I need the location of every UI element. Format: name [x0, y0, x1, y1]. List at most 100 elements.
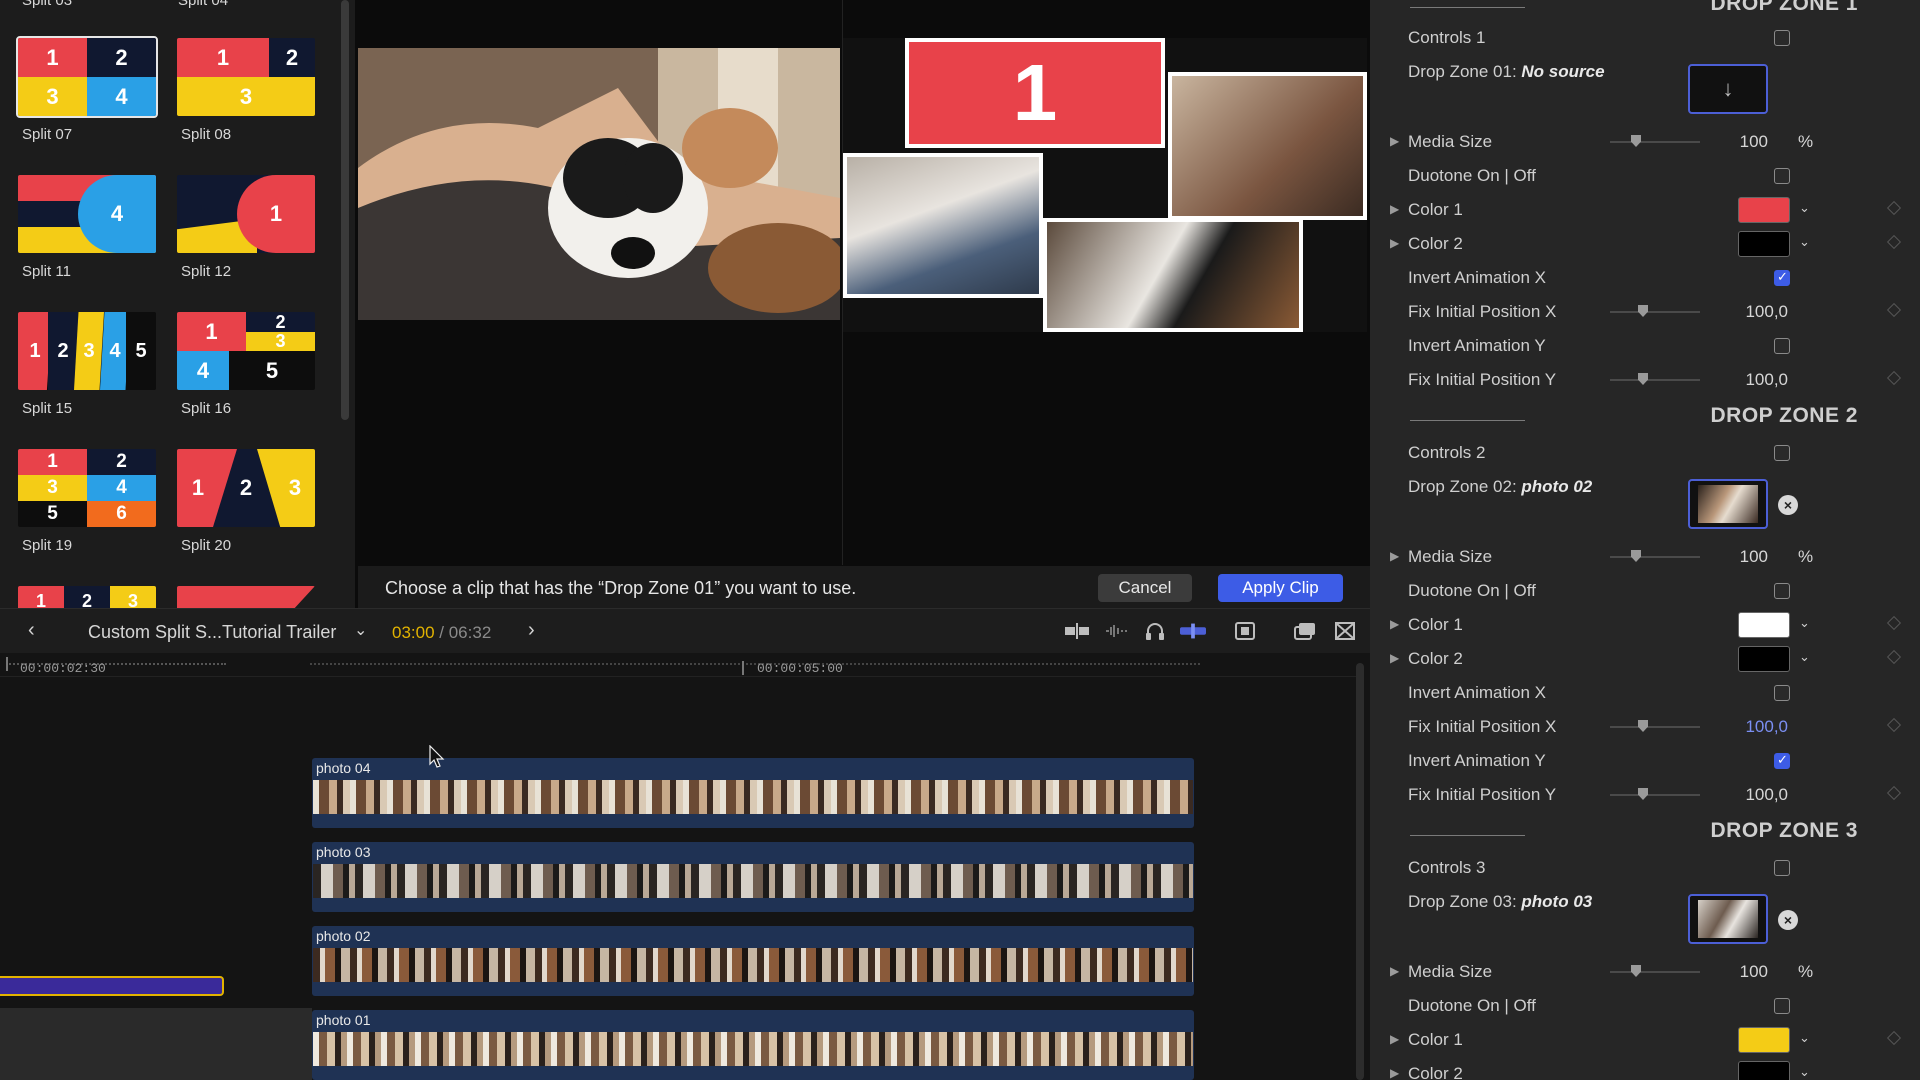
invert-x-checkbox[interactable] [1774, 269, 1790, 286]
fix-x-value[interactable]: 100,0 [1745, 302, 1788, 322]
clip-photo-03[interactable]: photo 03 [312, 842, 1194, 912]
split-partial-thumbnail[interactable] [177, 586, 315, 608]
color-2-swatch[interactable] [1738, 231, 1790, 257]
color-1-swatch[interactable] [1738, 197, 1790, 223]
timeline[interactable]: 00:00:02:30 00:00:05:00 photo 04 photo 0… [0, 653, 1370, 1080]
media-size-row: ▶ Media Size 100 % [1370, 126, 1920, 156]
split-20-thumbnail[interactable]: 1 2 3 [177, 449, 315, 527]
browser-scrollbar[interactable] [341, 0, 349, 420]
media-size-slider[interactable] [1610, 141, 1700, 143]
keyframe-icon[interactable] [1886, 615, 1902, 631]
color-1-swatch[interactable] [1738, 1027, 1790, 1053]
thumb-label: Split 19 [22, 537, 73, 554]
headphones-icon[interactable] [1142, 621, 1168, 641]
split-16-thumbnail[interactable]: 1 2 3 4 5 [177, 312, 315, 390]
apply-clip-button[interactable]: Apply Clip [1218, 574, 1343, 602]
disclosure-triangle-icon[interactable]: ▶ [1390, 549, 1399, 563]
timeline-ruler[interactable]: 00:00:02:30 00:00:05:00 [0, 653, 1360, 677]
keyframe-icon[interactable] [1886, 785, 1902, 801]
disclosure-triangle-icon[interactable]: ▶ [1390, 202, 1399, 216]
project-name[interactable]: Custom Split S...Tutorial Trailer [88, 622, 336, 643]
slider-knob[interactable] [1631, 965, 1641, 977]
fix-x-value[interactable]: 100,0 [1745, 717, 1788, 737]
keyframe-icon[interactable] [1886, 370, 1902, 386]
fix-y-value[interactable]: 100,0 [1745, 370, 1788, 390]
keyframe-icon[interactable] [1886, 234, 1902, 250]
disclosure-triangle-icon[interactable]: ▶ [1390, 651, 1399, 665]
split-11-thumbnail[interactable]: 4 [18, 175, 156, 253]
fix-y-value[interactable]: 100,0 [1745, 785, 1788, 805]
duotone-checkbox[interactable] [1774, 168, 1790, 184]
slider-knob[interactable] [1638, 788, 1648, 800]
chevron-down-icon[interactable]: ⌄ [354, 620, 367, 640]
fix-x-slider[interactable] [1610, 726, 1700, 728]
drop-zone-02-well[interactable] [1688, 479, 1768, 529]
disclosure-triangle-icon[interactable]: ▶ [1390, 236, 1399, 250]
fix-x-slider[interactable] [1610, 311, 1700, 313]
media-size-value[interactable]: 100 [1740, 962, 1768, 982]
split-12-thumbnail[interactable]: 1 [177, 175, 315, 253]
remove-icon[interactable]: × [1778, 910, 1798, 930]
invert-x-checkbox[interactable] [1774, 685, 1790, 701]
slider-knob[interactable] [1631, 135, 1641, 147]
color-1-swatch[interactable] [1738, 612, 1790, 638]
disclosure-triangle-icon[interactable]: ▶ [1390, 617, 1399, 631]
keyframe-icon[interactable] [1886, 1030, 1902, 1046]
split-19-thumbnail[interactable]: 1 2 3 4 5 6 [18, 449, 156, 527]
drop-zone-03-well[interactable] [1688, 894, 1768, 944]
keyframe-icon[interactable] [1886, 717, 1902, 733]
forward-icon[interactable]: › [528, 619, 535, 642]
chevron-down-icon[interactable]: ⌄ [1799, 200, 1810, 216]
keyframe-icon[interactable] [1886, 649, 1902, 665]
media-size-value[interactable]: 100 [1740, 547, 1768, 567]
drop-zone-01-well[interactable]: ↓ [1688, 64, 1768, 114]
media-size-value[interactable]: 100 [1740, 132, 1768, 152]
solo-icon[interactable] [1180, 621, 1206, 641]
clip-photo-02[interactable]: photo 02 [312, 926, 1194, 996]
slider-knob[interactable] [1638, 720, 1648, 732]
snapping-icon[interactable] [1064, 621, 1090, 641]
keyframe-icon[interactable] [1886, 200, 1902, 216]
media-size-slider[interactable] [1610, 971, 1700, 973]
connected-title-clip[interactable] [0, 976, 224, 996]
controls-3-checkbox[interactable] [1774, 860, 1790, 876]
slider-knob[interactable] [1631, 550, 1641, 562]
disclosure-triangle-icon[interactable]: ▶ [1390, 134, 1399, 148]
duotone-checkbox[interactable] [1774, 998, 1790, 1014]
audio-skimming-icon[interactable] [1103, 621, 1129, 641]
split-15-thumbnail[interactable]: 1 2 3 4 5 [18, 312, 156, 390]
chevron-down-icon[interactable]: ⌄ [1799, 615, 1810, 631]
section-divider [1410, 7, 1525, 8]
chevron-down-icon[interactable]: ⌄ [1799, 1030, 1810, 1046]
transitions-icon[interactable] [1332, 621, 1358, 641]
invert-y-checkbox[interactable] [1774, 338, 1790, 354]
controls-1-checkbox[interactable] [1774, 30, 1790, 46]
cancel-button[interactable]: Cancel [1098, 574, 1192, 602]
split-08-thumbnail[interactable]: 1 2 3 [177, 38, 315, 116]
chevron-down-icon[interactable]: ⌄ [1799, 1064, 1810, 1080]
remove-icon[interactable]: × [1778, 495, 1798, 515]
slider-knob[interactable] [1638, 373, 1648, 385]
keyframe-icon[interactable] [1886, 302, 1902, 318]
timeline-scrollbar[interactable] [1356, 663, 1364, 1080]
back-icon[interactable]: ‹ [28, 619, 35, 642]
clip-appearance-icon[interactable] [1292, 621, 1318, 641]
disclosure-triangle-icon[interactable]: ▶ [1390, 1066, 1399, 1080]
media-size-slider[interactable] [1610, 556, 1700, 558]
controls-2-checkbox[interactable] [1774, 445, 1790, 461]
disclosure-triangle-icon[interactable]: ▶ [1390, 1032, 1399, 1046]
chevron-down-icon[interactable]: ⌄ [1799, 234, 1810, 250]
filmstrip-icon[interactable] [1232, 621, 1258, 641]
fix-y-slider[interactable] [1610, 794, 1700, 796]
chevron-down-icon[interactable]: ⌄ [1799, 649, 1810, 665]
color-2-swatch[interactable] [1738, 1061, 1790, 1080]
duotone-checkbox[interactable] [1774, 583, 1790, 599]
slider-knob[interactable] [1638, 305, 1648, 317]
fix-y-slider[interactable] [1610, 379, 1700, 381]
color-2-swatch[interactable] [1738, 646, 1790, 672]
clip-photo-01[interactable]: photo 01 [312, 1010, 1194, 1080]
disclosure-triangle-icon[interactable]: ▶ [1390, 964, 1399, 978]
split-partial-thumbnail[interactable]: 1 2 3 [18, 586, 156, 608]
split-07-thumbnail[interactable]: 1 2 3 4 [16, 36, 158, 118]
invert-y-checkbox[interactable] [1774, 752, 1790, 769]
